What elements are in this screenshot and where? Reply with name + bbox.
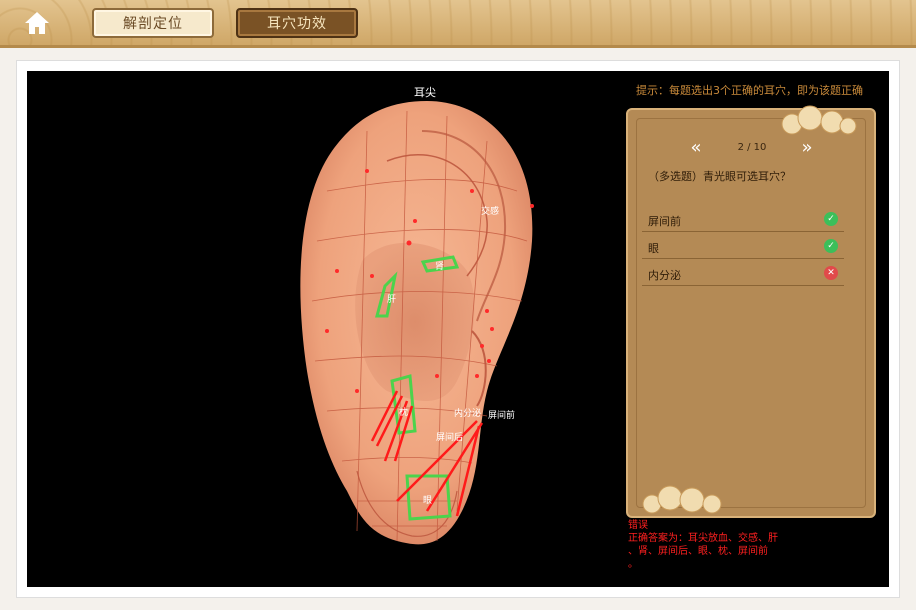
ear-top-label: 耳尖: [414, 86, 436, 99]
hint-text: 提示：每题选出3个正确的耳穴，即为该题正确: [636, 84, 863, 97]
prev-question-button[interactable]: «: [686, 138, 706, 158]
check-icon: ✓: [824, 239, 838, 253]
cloud-ornament-top: [781, 105, 857, 135]
label-jiaogan: 交感: [481, 207, 500, 217]
result-feedback: 错误 正确答案为：耳尖放血、交感、肝 、肾、屏间后、眼、枕、屏间前 。: [628, 519, 818, 571]
label-pingjianhou: 屏间后: [436, 433, 464, 443]
result-answer-line-2: 、肾、屏间后、眼、枕、屏间前: [628, 546, 768, 557]
label-pingjianqian: 屏间前: [488, 411, 516, 421]
result-status: 错误: [628, 520, 648, 531]
tab-anatomy-location[interactable]: 解剖定位: [92, 8, 214, 38]
label-gan: 肝: [387, 295, 397, 305]
option-2[interactable]: 眼 ✓: [642, 235, 844, 259]
label-yan: 眼: [423, 496, 433, 506]
double-chevron-left-icon: «: [690, 137, 702, 158]
label-zhen: 枕: [399, 408, 409, 418]
option-3[interactable]: 内分泌 ✕: [642, 262, 844, 286]
label-neifenmi: 内分泌: [454, 409, 482, 419]
check-icon: ✓: [824, 212, 838, 226]
result-answer-line-3: 。: [628, 559, 638, 570]
page-indicator: 2 / 10: [737, 142, 767, 153]
home-button[interactable]: [22, 8, 52, 38]
top-bar: 解剖定位 耳穴功效: [0, 0, 916, 48]
cross-icon: ✕: [824, 266, 838, 280]
ear-illustration: [300, 101, 534, 545]
result-answer-line-1: 正确答案为：耳尖放血、交感、肝: [628, 533, 778, 544]
tab-acupoint-effect[interactable]: 耳穴功效: [236, 8, 358, 38]
question-text: （多选题）青光眼可选耳穴？: [648, 170, 791, 183]
option-label: 屏间前: [648, 215, 681, 228]
option-1[interactable]: 屏间前 ✓: [642, 208, 844, 232]
home-icon: [25, 12, 49, 34]
label-shen: 肾: [435, 262, 445, 272]
next-question-button[interactable]: »: [797, 138, 817, 158]
cloud-ornament-bottom: [642, 485, 722, 514]
option-label: 眼: [648, 242, 659, 255]
double-chevron-right-icon: »: [801, 137, 813, 158]
option-label: 内分泌: [648, 269, 681, 282]
